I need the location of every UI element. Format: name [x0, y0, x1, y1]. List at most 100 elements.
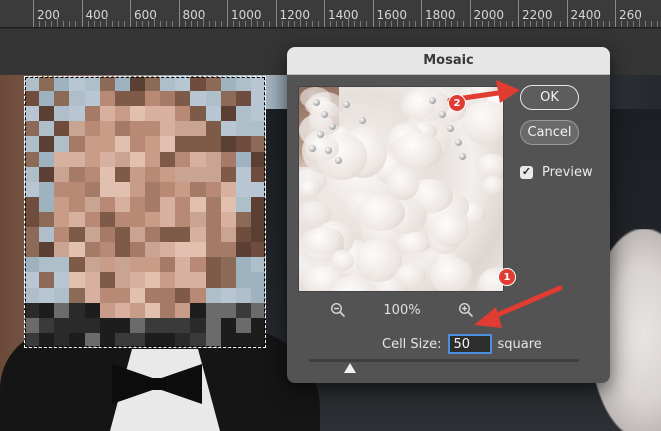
- ruler-minor-tick: [172, 21, 174, 27]
- zoom-in-button[interactable]: [455, 299, 477, 321]
- selection-marquee[interactable]: [24, 76, 266, 348]
- ruler-minor-tick: [269, 21, 271, 27]
- cell-size-slider-track[interactable]: [309, 359, 579, 362]
- ruler-minor-tick: [190, 21, 192, 27]
- zoom-level: 100%: [383, 302, 421, 318]
- filter-preview[interactable]: [298, 86, 504, 292]
- preview-jewel: [325, 147, 332, 154]
- preview-jewel: [455, 139, 462, 146]
- ruler-major-tick: [130, 0, 131, 27]
- ruler-minor-tick: [57, 17, 59, 27]
- ruler-minor-tick: [233, 21, 235, 27]
- ruler-minor-tick: [93, 21, 95, 27]
- cell-size-slider-thumb[interactable]: [343, 363, 356, 373]
- cell-size-label: Cell Size:: [382, 336, 442, 352]
- horizontal-ruler[interactable]: 200 400 600 800 1000 1200 1400 1600 1800 2000 2200…: [0, 0, 661, 28]
- ruler-minor-tick: [560, 21, 562, 27]
- ruler-minor-tick: [251, 17, 253, 27]
- ruler-minor-tick: [214, 21, 216, 27]
- ruler-minor-tick: [111, 21, 113, 27]
- ruler-minor-tick: [330, 21, 332, 27]
- cell-size-row: Cell Size: square: [382, 334, 542, 354]
- ruler-minor-tick: [336, 21, 338, 27]
- cancel-button[interactable]: Cancel: [520, 120, 579, 145]
- ruler-major-tick: [566, 0, 568, 27]
- preview-petal: [330, 249, 354, 272]
- ruler-minor-tick: [105, 17, 107, 27]
- ruler-minor-tick: [457, 21, 459, 27]
- ruler-minor-tick: [117, 21, 119, 27]
- ruler-minor-tick: [239, 21, 241, 27]
- ruler-minor-tick: [463, 21, 465, 27]
- ruler-minor-tick: [608, 21, 610, 27]
- ruler-major-tick: [421, 0, 422, 27]
- ruler-minor-tick: [596, 21, 598, 27]
- ruler-minor-tick: [142, 21, 144, 27]
- ruler-minor-tick: [293, 21, 295, 27]
- ruler-minor-tick: [75, 21, 77, 27]
- ruler-label: 1600: [376, 8, 408, 22]
- zoom-in-icon: [458, 302, 474, 318]
- ok-button[interactable]: OK: [520, 85, 579, 110]
- ruler-minor-tick: [160, 21, 162, 27]
- ruler-label: 1800: [425, 8, 456, 22]
- checkmark-icon: ✓: [521, 166, 532, 178]
- ruler-minor-tick: [396, 17, 398, 27]
- ruler-minor-tick: [342, 21, 344, 27]
- ruler-minor-tick: [445, 17, 447, 27]
- ruler-minor-tick: [45, 21, 47, 27]
- ruler-minor-tick: [439, 21, 441, 27]
- ruler-minor-tick: [69, 21, 71, 27]
- annotation-badge-1: 1: [498, 268, 516, 286]
- ruler-minor-tick: [348, 17, 350, 27]
- ruler-minor-tick: [621, 21, 623, 27]
- zoom-out-button[interactable]: [327, 299, 349, 321]
- ruler-major-tick: [33, 0, 34, 27]
- annotation-badge-2: 2: [448, 94, 466, 112]
- preview-toggle[interactable]: ✓ Preview: [520, 165, 593, 180]
- ruler-minor-tick: [154, 17, 156, 27]
- ruler-major-tick: [518, 0, 519, 27]
- ruler-minor-tick: [633, 21, 635, 27]
- ruler-minor-tick: [123, 21, 125, 27]
- ruler-label: 1200: [279, 8, 311, 22]
- ruler-major-tick: [275, 0, 277, 27]
- preview-label: Preview: [542, 165, 593, 180]
- preview-jewel: [329, 123, 336, 130]
- ruler-minor-tick: [360, 21, 362, 27]
- preview-petal: [475, 153, 503, 177]
- ruler-minor-tick: [651, 21, 653, 27]
- ruler-major-tick: [227, 0, 228, 27]
- preview-jewel: [447, 125, 454, 132]
- dialog-titlebar[interactable]: Mosaic: [287, 47, 610, 75]
- cell-size-input[interactable]: [447, 334, 492, 354]
- ruler-minor-tick: [366, 21, 368, 27]
- ruler-major-tick: [469, 0, 471, 27]
- ruler-minor-tick: [536, 21, 538, 27]
- preview-jewel: [459, 153, 466, 160]
- ruler-minor-tick: [639, 17, 641, 27]
- ruler-minor-tick: [63, 21, 65, 27]
- ruler-minor-tick: [499, 21, 501, 27]
- preview-petal: [299, 179, 321, 197]
- ruler-minor-tick: [51, 21, 53, 27]
- ruler-minor-tick: [402, 21, 404, 27]
- preview-checkbox[interactable]: ✓: [520, 166, 533, 179]
- ruler-minor-tick: [505, 21, 507, 27]
- preview-petal: [396, 231, 432, 254]
- ruler-minor-tick: [384, 21, 386, 27]
- ruler-minor-tick: [166, 21, 168, 27]
- preview-jewel: [439, 111, 446, 118]
- ruler-minor-tick: [475, 21, 477, 27]
- ruler-minor-tick: [311, 21, 313, 27]
- preview-jewel: [321, 111, 328, 118]
- preview-jewel: [317, 131, 324, 138]
- ruler-minor-tick: [590, 17, 592, 27]
- ruler-minor-tick: [487, 21, 489, 27]
- ruler-major-tick: [324, 0, 325, 27]
- ruler-minor-tick: [317, 21, 319, 27]
- ruler-minor-tick: [584, 21, 586, 27]
- ruler-minor-tick: [263, 21, 265, 27]
- zoom-controls: 100%: [327, 299, 477, 321]
- preview-jewel: [343, 101, 350, 108]
